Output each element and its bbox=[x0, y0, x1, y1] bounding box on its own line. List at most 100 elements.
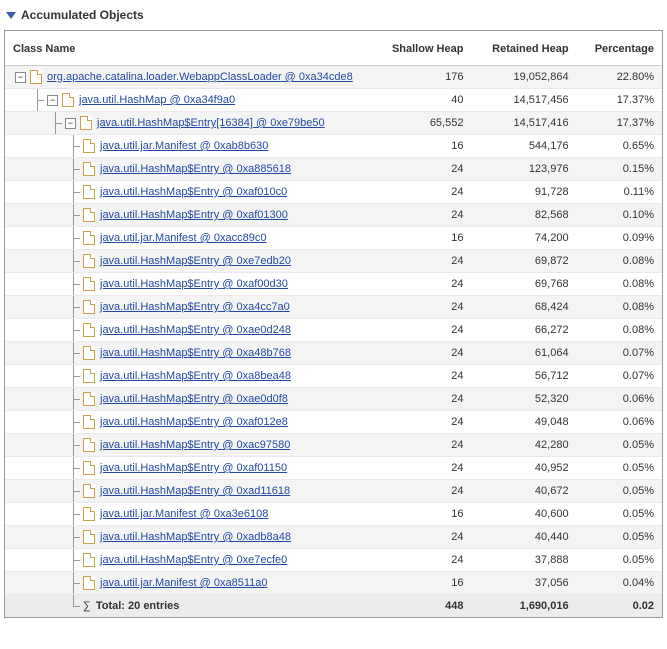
table-row[interactable]: java.util.HashMap$Entry @ 0xaf00d302469,… bbox=[5, 273, 662, 296]
cell-retained: 66,272 bbox=[471, 319, 576, 342]
cell-retained: 61,064 bbox=[471, 342, 576, 365]
col-class-name[interactable]: Class Name bbox=[5, 31, 373, 66]
table-row[interactable]: java.util.jar.Manifest @ 0xab8b63016544,… bbox=[5, 135, 662, 158]
class-name-link[interactable]: java.util.HashMap$Entry @ 0xaf00d30 bbox=[100, 278, 288, 290]
expander-icon[interactable]: − bbox=[65, 118, 76, 129]
table-row[interactable]: java.util.jar.Manifest @ 0xacc89c01674,2… bbox=[5, 227, 662, 250]
col-shallow-heap[interactable]: Shallow Heap bbox=[373, 31, 472, 66]
tree-branch-icon bbox=[69, 185, 81, 199]
total-pct: 0.02 bbox=[577, 595, 662, 618]
class-name-link[interactable]: java.util.HashMap @ 0xa34f9a0 bbox=[79, 94, 235, 106]
cell-pct: 0.06% bbox=[577, 411, 662, 434]
class-name-link[interactable]: java.util.HashMap$Entry @ 0xa48b768 bbox=[100, 347, 291, 359]
class-name-link[interactable]: java.util.HashMap$Entry @ 0xae0d248 bbox=[100, 324, 291, 336]
class-name-link[interactable]: java.util.HashMap$Entry @ 0xad11618 bbox=[100, 485, 290, 497]
cell-shallow: 16 bbox=[373, 135, 472, 158]
class-name-link[interactable]: java.util.HashMap$Entry @ 0xac97580 bbox=[100, 439, 290, 451]
col-percentage[interactable]: Percentage bbox=[577, 31, 662, 66]
table-row[interactable]: −java.util.HashMap @ 0xa34f9a04014,517,4… bbox=[5, 89, 662, 112]
class-file-icon bbox=[83, 185, 95, 199]
table-row[interactable]: java.util.HashMap$Entry @ 0xaf013002482,… bbox=[5, 204, 662, 227]
tree-branch-icon bbox=[69, 369, 81, 383]
cell-pct: 0.10% bbox=[577, 204, 662, 227]
cell-shallow: 24 bbox=[373, 365, 472, 388]
table-row[interactable]: java.util.HashMap$Entry @ 0xa48b768 2461,… bbox=[5, 342, 662, 365]
class-name-link[interactable]: org.apache.catalina.loader.WebappClassLo… bbox=[47, 71, 353, 83]
expander-icon[interactable]: − bbox=[15, 72, 26, 83]
cell-pct: 0.04% bbox=[577, 572, 662, 595]
chevron-down-icon[interactable] bbox=[6, 12, 16, 19]
table-row[interactable]: − java.util.HashMap$Entry[16384] @ 0xe79b… bbox=[5, 112, 662, 135]
class-name-link[interactable]: java.util.HashMap$Entry @ 0xaf012e8 bbox=[100, 416, 288, 428]
tree-branch-icon bbox=[69, 346, 81, 360]
class-name-link[interactable]: java.util.HashMap$Entry @ 0xe7ecfe0 bbox=[100, 554, 287, 566]
cell-retained: 69,872 bbox=[471, 250, 576, 273]
tree-branch-icon bbox=[69, 530, 81, 544]
class-name-link[interactable]: java.util.HashMap$Entry @ 0xe7edb20 bbox=[100, 255, 291, 267]
total-label: Total: 20 entries bbox=[96, 600, 180, 612]
table-row[interactable]: java.util.HashMap$Entry @ 0xa88561824123… bbox=[5, 158, 662, 181]
table-row[interactable]: java.util.HashMap$Entry @ 0xe7ecfe02437,… bbox=[5, 549, 662, 572]
class-file-icon bbox=[83, 530, 95, 544]
class-name-link[interactable]: java.util.HashMap$Entry @ 0xaf010c0 bbox=[100, 186, 287, 198]
tree-branch-icon bbox=[69, 231, 81, 245]
table-row[interactable]: java.util.HashMap$Entry @ 0xad116182440,… bbox=[5, 480, 662, 503]
table-row[interactable]: − org.apache.catalina.loader.WebappClassL… bbox=[5, 66, 662, 89]
cell-pct: 0.65% bbox=[577, 135, 662, 158]
table-row[interactable]: java.util.HashMap$Entry @ 0xac975802442,… bbox=[5, 434, 662, 457]
cell-retained: 52,320 bbox=[471, 388, 576, 411]
col-retained-heap[interactable]: Retained Heap bbox=[471, 31, 576, 66]
class-file-icon bbox=[62, 93, 74, 107]
total-row: ∑Total: 20 entries4481,690,0160.02 bbox=[5, 595, 662, 618]
class-file-icon bbox=[83, 300, 95, 314]
class-file-icon bbox=[80, 116, 92, 130]
cell-pct: 0.15% bbox=[577, 158, 662, 181]
cell-shallow: 16 bbox=[373, 572, 472, 595]
cell-shallow: 24 bbox=[373, 342, 472, 365]
tree-branch-icon bbox=[33, 93, 45, 107]
class-file-icon bbox=[83, 139, 95, 153]
table-row[interactable]: java.util.HashMap$Entry @ 0xa4cc7a02468,… bbox=[5, 296, 662, 319]
cell-retained: 56,712 bbox=[471, 365, 576, 388]
class-file-icon bbox=[83, 231, 95, 245]
table-row[interactable]: java.util.HashMap$Entry @ 0xa8bea48 2456,… bbox=[5, 365, 662, 388]
class-name-link[interactable]: java.util.HashMap$Entry[16384] @ 0xe79be… bbox=[97, 117, 325, 129]
class-file-icon bbox=[83, 277, 95, 291]
table-row[interactable]: java.util.HashMap$Entry @ 0xaf012e82449,… bbox=[5, 411, 662, 434]
tree-branch-icon bbox=[69, 254, 81, 268]
table-row[interactable]: java.util.jar.Manifest @ 0xa8511a01637,0… bbox=[5, 572, 662, 595]
class-file-icon bbox=[83, 369, 95, 383]
table-row[interactable]: java.util.HashMap$Entry @ 0xaf010c02491,… bbox=[5, 181, 662, 204]
class-name-link[interactable]: java.util.jar.Manifest @ 0xab8b630 bbox=[100, 140, 268, 152]
class-name-link[interactable]: java.util.HashMap$Entry @ 0xadb8a48 bbox=[100, 531, 291, 543]
expander-icon[interactable]: − bbox=[47, 95, 58, 106]
cell-shallow: 24 bbox=[373, 526, 472, 549]
class-name-link[interactable]: java.util.HashMap$Entry @ 0xaf01300 bbox=[100, 209, 288, 221]
tree-branch-icon bbox=[51, 116, 63, 130]
cell-retained: 82,568 bbox=[471, 204, 576, 227]
class-name-link[interactable]: java.util.HashMap$Entry @ 0xaf01150 bbox=[100, 462, 287, 474]
table-row[interactable]: java.util.HashMap$Entry @ 0xadb8a482440,… bbox=[5, 526, 662, 549]
tree-branch-icon bbox=[69, 484, 81, 498]
class-file-icon bbox=[83, 392, 95, 406]
section-title: Accumulated Objects bbox=[21, 8, 144, 22]
table-header-row: Class Name Shallow Heap Retained Heap Pe… bbox=[5, 31, 662, 66]
class-name-link[interactable]: java.util.jar.Manifest @ 0xacc89c0 bbox=[100, 232, 266, 244]
cell-shallow: 65,552 bbox=[373, 112, 472, 135]
cell-pct: 0.05% bbox=[577, 549, 662, 572]
table-row[interactable]: java.util.HashMap$Entry @ 0xae0d2482466,… bbox=[5, 319, 662, 342]
class-name-link[interactable]: java.util.HashMap$Entry @ 0xa885618 bbox=[100, 163, 291, 175]
class-name-link[interactable]: java.util.jar.Manifest @ 0xa3e6108 bbox=[100, 508, 268, 520]
class-name-link[interactable]: java.util.jar.Manifest @ 0xa8511a0 bbox=[100, 577, 268, 589]
table-row[interactable]: java.util.HashMap$Entry @ 0xe7edb202469,… bbox=[5, 250, 662, 273]
class-name-link[interactable]: java.util.HashMap$Entry @ 0xa4cc7a0 bbox=[100, 301, 290, 313]
class-name-link[interactable]: java.util.HashMap$Entry @ 0xa8bea48 bbox=[100, 370, 291, 382]
cell-shallow: 24 bbox=[373, 480, 472, 503]
table-row[interactable]: java.util.HashMap$Entry @ 0xae0d0f82452,… bbox=[5, 388, 662, 411]
class-name-link[interactable]: java.util.HashMap$Entry @ 0xae0d0f8 bbox=[100, 393, 288, 405]
table-row[interactable]: java.util.HashMap$Entry @ 0xaf011502440,… bbox=[5, 457, 662, 480]
tree-branch-icon bbox=[69, 392, 81, 406]
class-file-icon bbox=[83, 553, 95, 567]
section-header: Accumulated Objects bbox=[4, 4, 663, 30]
table-row[interactable]: java.util.jar.Manifest @ 0xa3e61081640,6… bbox=[5, 503, 662, 526]
